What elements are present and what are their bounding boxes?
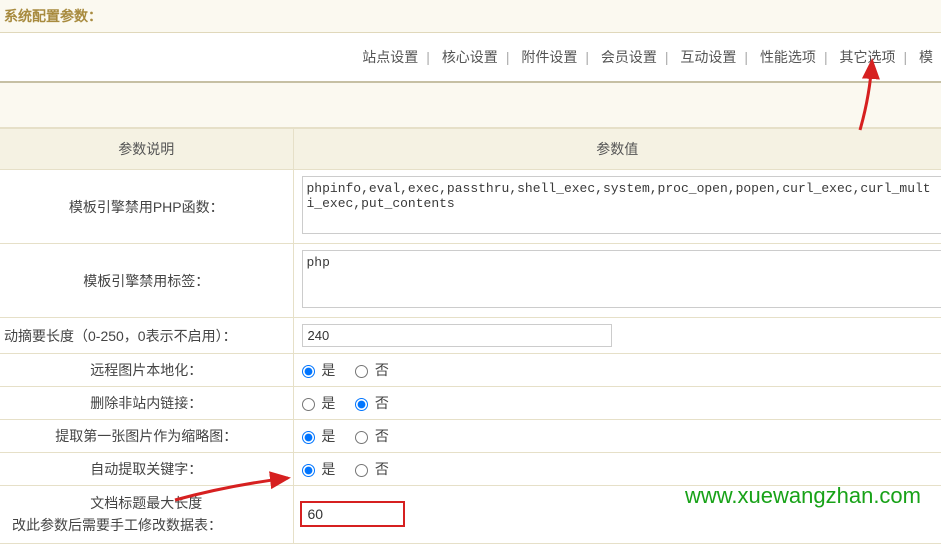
- tab-member[interactable]: 会员设置: [593, 49, 665, 65]
- radio-del-outlink-yes[interactable]: [302, 398, 315, 411]
- tab-template[interactable]: 模: [911, 49, 941, 65]
- params-table: 参数说明 参数值 模板引擎禁用PHP函数： phpinfo,eval,exec,…: [0, 128, 941, 544]
- row-auto-keyword: 自动提取关键字： 是 否: [0, 453, 941, 486]
- nav-tabs: 站点设置| 核心设置| 附件设置| 会员设置| 互动设置| 性能选项| 其它选项…: [0, 33, 941, 83]
- input-summary-len[interactable]: [302, 324, 612, 347]
- row-disable-tags: 模板引擎禁用标签： php: [0, 244, 941, 318]
- label-disable-php-func: 模板引擎禁用PHP函数：: [0, 170, 293, 244]
- radio-first-thumb-yes[interactable]: [302, 431, 315, 444]
- radio-remote-pic-no[interactable]: [355, 365, 368, 378]
- page-title: 系统配置参数：: [0, 0, 941, 33]
- th-label: 参数说明: [0, 129, 293, 170]
- label-first-thumb: 提取第一张图片作为缩略图：: [0, 420, 293, 453]
- tab-performance[interactable]: 性能选项: [752, 49, 824, 65]
- watermark: www.xuewangzhan.com: [685, 483, 921, 509]
- row-disable-php-func: 模板引擎禁用PHP函数： phpinfo,eval,exec,passthru,…: [0, 170, 941, 244]
- tab-site[interactable]: 站点设置: [354, 49, 426, 65]
- row-first-thumb: 提取第一张图片作为缩略图： 是 否: [0, 420, 941, 453]
- radio-remote-pic-yes[interactable]: [302, 365, 315, 378]
- th-value: 参数值: [293, 129, 941, 170]
- gap-row: [0, 83, 941, 128]
- radio-auto-keyword-yes[interactable]: [302, 464, 315, 477]
- row-summary-len: 动摘要长度（0-250，0表示不启用）：: [0, 318, 941, 354]
- tab-core[interactable]: 核心设置: [434, 49, 506, 65]
- label-title-maxlen: 文档标题最大长度 改此参数后需要手工修改数据表：: [0, 486, 293, 544]
- label-del-outlink: 删除非站内链接：: [0, 387, 293, 420]
- tab-attachment[interactable]: 附件设置: [513, 49, 585, 65]
- row-remote-pic: 远程图片本地化： 是 否: [0, 354, 941, 387]
- tab-other[interactable]: 其它选项: [831, 49, 903, 65]
- radio-del-outlink-no[interactable]: [355, 398, 368, 411]
- row-del-outlink: 删除非站内链接： 是 否: [0, 387, 941, 420]
- radio-first-thumb-no[interactable]: [355, 431, 368, 444]
- radio-auto-keyword-no[interactable]: [355, 464, 368, 477]
- input-disable-tags[interactable]: php: [302, 250, 941, 308]
- label-remote-pic: 远程图片本地化：: [0, 354, 293, 387]
- label-auto-keyword: 自动提取关键字：: [0, 453, 293, 486]
- tab-interact[interactable]: 互动设置: [672, 49, 744, 65]
- input-disable-php-func[interactable]: phpinfo,eval,exec,passthru,shell_exec,sy…: [302, 176, 941, 234]
- input-title-maxlen[interactable]: [300, 501, 405, 527]
- label-disable-tags: 模板引擎禁用标签：: [0, 244, 293, 318]
- label-summary-len: 动摘要长度（0-250，0表示不启用）：: [0, 318, 293, 354]
